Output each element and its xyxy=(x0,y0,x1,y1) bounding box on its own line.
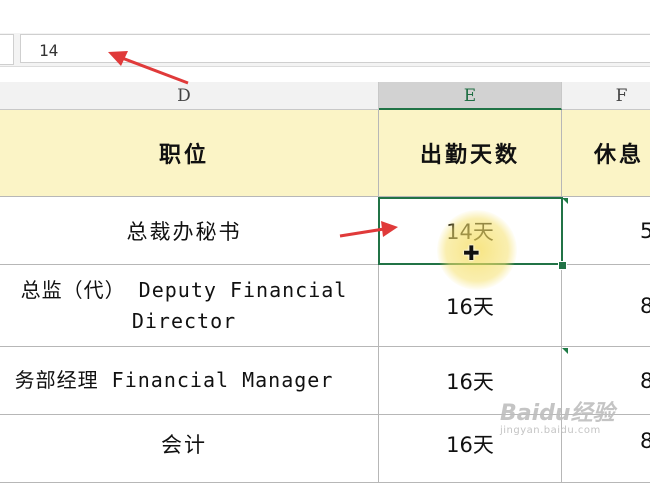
cell-indicator-icon xyxy=(562,198,568,204)
column-header-e[interactable]: E xyxy=(379,82,562,110)
header-cell-rest[interactable]: 休息 xyxy=(562,110,650,197)
fill-handle[interactable] xyxy=(558,261,567,270)
cell-indicator-icon xyxy=(562,348,568,354)
column-header-f[interactable]: F xyxy=(562,82,650,110)
cell-rest[interactable]: 8 xyxy=(562,265,650,347)
cell-rest[interactable]: 5 xyxy=(562,197,650,265)
cross-cursor-icon: ✚ xyxy=(463,241,480,265)
header-cell-attendance-days[interactable]: 出勤天数 xyxy=(379,110,562,197)
cell-position[interactable]: 总监（代） Deputy Financial Director xyxy=(0,265,379,347)
cell-attendance[interactable]: 16天 xyxy=(379,265,562,347)
cell-position[interactable]: 会计 xyxy=(0,415,379,483)
header-cell-position[interactable]: 职位 xyxy=(0,110,379,197)
name-box[interactable] xyxy=(0,34,14,65)
watermark: Baidu经验 jingyan.baidu.com xyxy=(500,395,615,436)
watermark-logo: Baidu经验 xyxy=(500,401,615,426)
cell-position[interactable]: 总裁办秘书 xyxy=(0,197,379,265)
watermark-url: jingyan.baidu.com xyxy=(500,425,601,436)
column-header-d[interactable]: D xyxy=(0,82,379,110)
cell-position[interactable]: 务部经理 Financial Manager xyxy=(0,347,379,415)
formula-input[interactable]: 14 xyxy=(20,34,650,63)
